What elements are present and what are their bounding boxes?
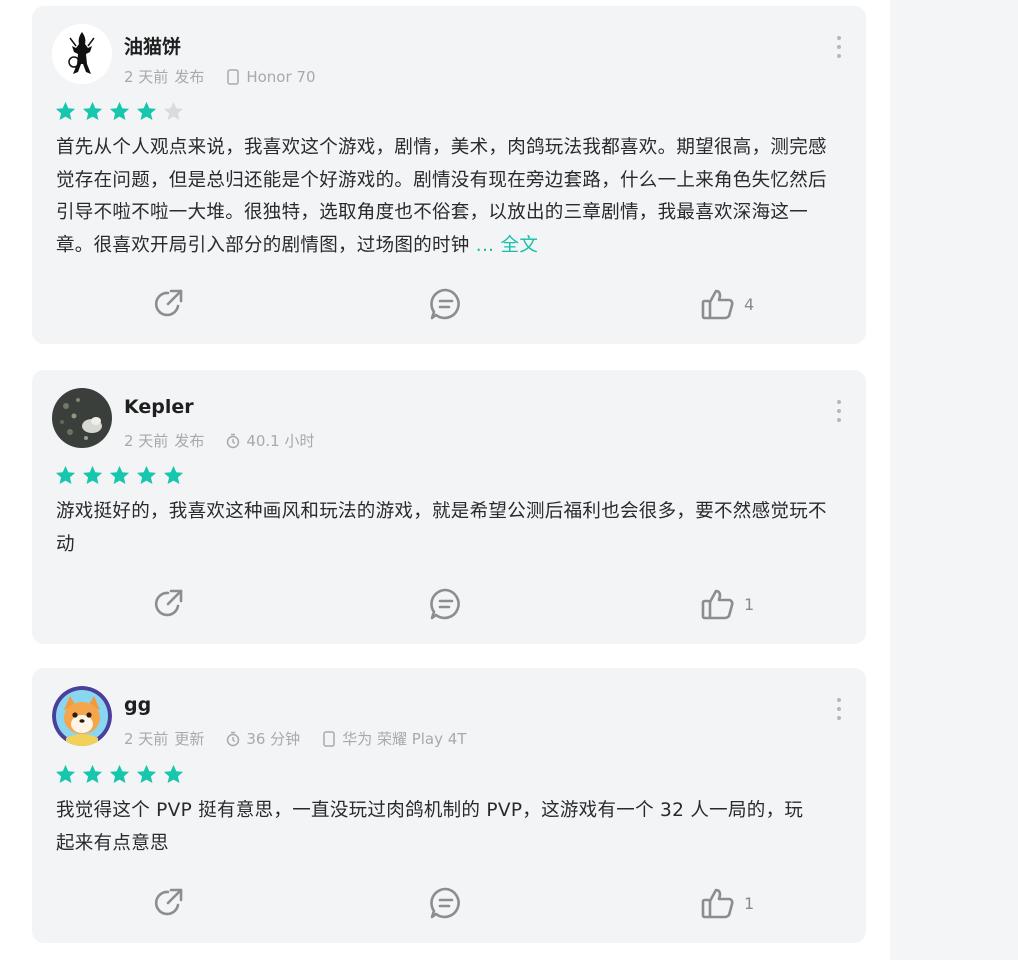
more-options-icon[interactable] <box>832 698 846 720</box>
share-icon <box>152 885 188 921</box>
review-meta: 2 天前 发布 40.1 小时 <box>124 430 315 451</box>
star-filled-icon <box>135 100 158 123</box>
more-options-icon[interactable] <box>832 400 846 422</box>
star-filled-icon <box>108 763 131 786</box>
comment-icon <box>428 586 464 622</box>
device-name: Honor 70 <box>246 67 316 86</box>
star-filled-icon <box>162 464 185 487</box>
review-actions: 4 <box>32 284 866 324</box>
review-meta: 2 天前 发布 Honor 70 <box>124 66 316 87</box>
rating-stars <box>54 464 185 487</box>
star-filled-icon <box>108 464 131 487</box>
post-time: 2 天前 <box>124 68 169 86</box>
username[interactable]: 油猫饼 <box>124 32 181 59</box>
star-filled-icon <box>135 464 158 487</box>
like-count: 4 <box>744 294 755 314</box>
review-header: Kepler 2 天前 发布 40.1 小时 <box>52 388 846 450</box>
post-action: 发布 <box>174 432 205 450</box>
review-meta: 2 天前 更新 36 分钟 华为 荣耀 Play 4T <box>124 728 466 749</box>
review-header: gg 2 天前 更新 36 分钟 华为 荣耀 Play 4T <box>52 686 846 748</box>
review-text: 游戏挺好的，我喜欢这种画风和玩法的游戏，就是希望公测后福利也会很多，要不然感觉玩… <box>56 496 842 561</box>
phone-icon <box>226 68 240 85</box>
post-time: 2 天前 <box>124 432 169 450</box>
like-button[interactable]: 1 <box>700 584 754 624</box>
rating-stars <box>54 100 185 123</box>
share-icon <box>152 286 188 322</box>
review-text: 我觉得这个 PVP 挺有意思，一直没玩过肉鸽机制的 PVP，这游戏有一个 32 … <box>56 795 816 860</box>
read-more-link[interactable]: ... 全文 <box>476 235 538 256</box>
star-filled-icon <box>54 464 77 487</box>
comment-button[interactable] <box>428 883 464 923</box>
comment-button[interactable] <box>428 584 464 624</box>
post-action: 更新 <box>174 730 205 748</box>
more-options-icon[interactable] <box>832 36 846 58</box>
avatar[interactable] <box>52 686 112 746</box>
thumbs-up-icon <box>700 885 736 921</box>
review-body: 我觉得这个 PVP 挺有意思，一直没玩过肉鸽机制的 PVP，这游戏有一个 32 … <box>56 800 804 854</box>
review-card: gg 2 天前 更新 36 分钟 华为 荣耀 Play 4T 我觉得这个 PVP… <box>32 668 866 943</box>
timer-icon <box>226 433 240 449</box>
review-header: 油猫饼 2 天前 发布 Honor 70 <box>52 24 846 86</box>
avatar[interactable] <box>52 388 112 448</box>
share-button[interactable] <box>152 883 188 923</box>
like-button[interactable]: 1 <box>700 883 754 923</box>
share-button[interactable] <box>152 284 188 324</box>
rating-stars <box>54 763 185 786</box>
device-name: 华为 荣耀 Play 4T <box>342 730 467 748</box>
star-empty-icon <box>162 100 185 123</box>
play-time: 40.1 小时 <box>246 432 315 450</box>
review-body: 首先从个人观点来说，我喜欢这个游戏，剧情，美术，肉鸽玩法我都喜欢。期望很高，测完… <box>56 137 827 256</box>
review-actions: 1 <box>32 883 866 923</box>
avatar[interactable] <box>52 24 112 84</box>
star-filled-icon <box>54 763 77 786</box>
phone-icon <box>322 730 336 747</box>
thumbs-up-icon <box>700 286 736 322</box>
star-filled-icon <box>135 763 158 786</box>
timer-icon <box>226 731 240 747</box>
star-filled-icon <box>81 100 104 123</box>
star-filled-icon <box>81 763 104 786</box>
review-actions: 1 <box>32 584 866 624</box>
like-count: 1 <box>744 893 755 913</box>
like-count: 1 <box>744 594 755 614</box>
share-icon <box>152 586 188 622</box>
like-button[interactable]: 4 <box>700 284 754 324</box>
username[interactable]: gg <box>124 694 151 716</box>
play-time: 36 分钟 <box>246 730 301 748</box>
comment-icon <box>428 885 464 921</box>
thumbs-up-icon <box>700 586 736 622</box>
review-text: 首先从个人观点来说，我喜欢这个游戏，剧情，美术，肉鸽玩法我都喜欢。期望很高，测完… <box>56 132 842 262</box>
comment-icon <box>428 286 464 322</box>
review-card: Kepler 2 天前 发布 40.1 小时 游戏挺好的，我喜欢这种画风和玩法的… <box>32 370 866 644</box>
star-filled-icon <box>108 100 131 123</box>
username[interactable]: Kepler <box>124 396 194 418</box>
right-side-panel <box>890 0 1018 960</box>
share-button[interactable] <box>152 584 188 624</box>
star-filled-icon <box>162 763 185 786</box>
star-filled-icon <box>54 100 77 123</box>
star-filled-icon <box>81 464 104 487</box>
post-action: 发布 <box>174 68 205 86</box>
review-card: 油猫饼 2 天前 发布 Honor 70 首先从个人观点来说，我喜欢这个游戏，剧… <box>32 6 866 344</box>
post-time: 2 天前 <box>124 730 169 748</box>
review-body: 游戏挺好的，我喜欢这种画风和玩法的游戏，就是希望公测后福利也会很多，要不然感觉玩… <box>56 501 827 555</box>
comment-button[interactable] <box>428 284 464 324</box>
